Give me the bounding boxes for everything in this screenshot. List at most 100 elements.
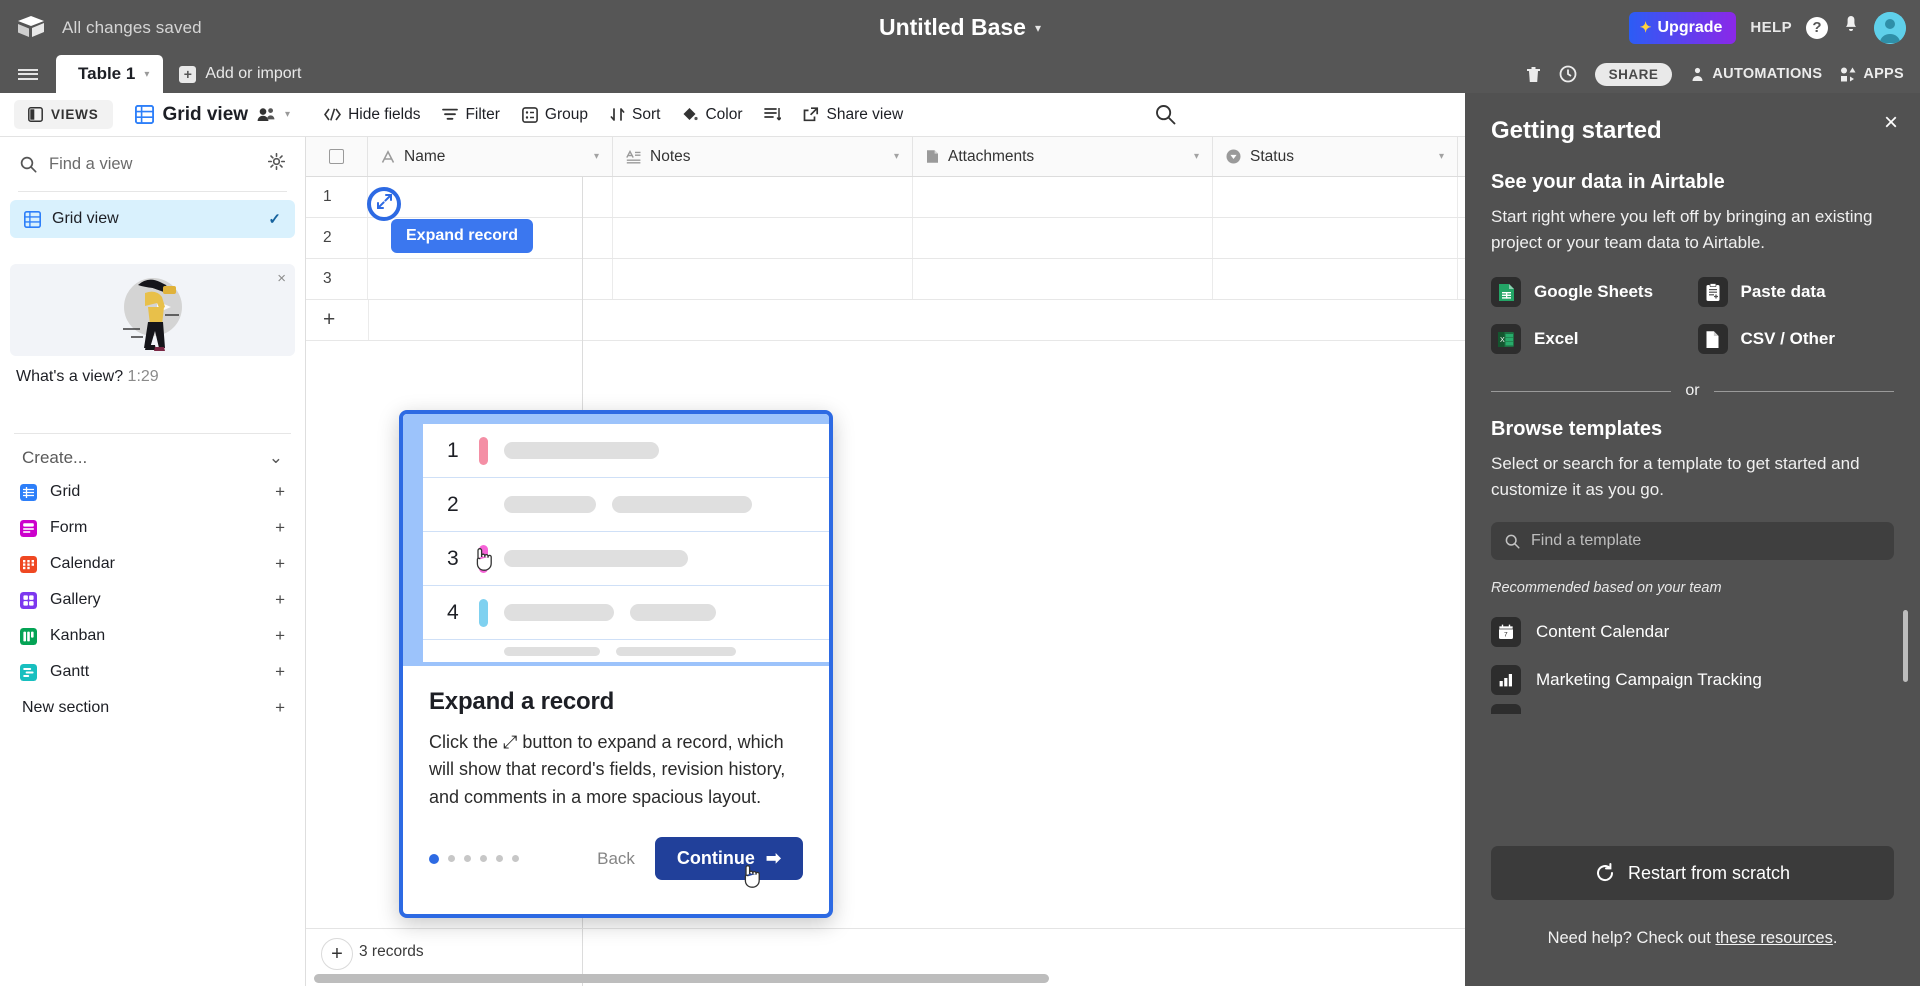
cell-name[interactable]: [368, 259, 613, 299]
upgrade-button[interactable]: ✦ Upgrade: [1628, 11, 1737, 44]
filter-button[interactable]: Filter: [442, 106, 500, 124]
chevron-down-icon[interactable]: ▾: [285, 109, 290, 120]
create-calendar-view-row[interactable]: Calendar +: [20, 546, 285, 582]
search-icon[interactable]: [1155, 104, 1176, 125]
create-section-header[interactable]: Create... ⌄: [0, 434, 305, 474]
add-gantt-view-button[interactable]: +: [275, 662, 285, 682]
sidebar-item-label: Grid view: [52, 210, 119, 227]
views-toggle-button[interactable]: VIEWS: [14, 100, 113, 129]
chevron-down-icon[interactable]: ▾: [144, 69, 149, 80]
import-paste-data[interactable]: Paste data: [1697, 277, 1895, 307]
back-button[interactable]: Back: [597, 849, 635, 869]
chevron-down-icon[interactable]: ⌄: [269, 448, 283, 468]
automations-button[interactable]: AUTOMATIONS: [1690, 66, 1822, 82]
add-or-import-button[interactable]: + Add or import: [163, 55, 317, 93]
hide-fields-button[interactable]: Hide fields: [324, 106, 420, 124]
cell-notes[interactable]: [613, 218, 913, 258]
group-button[interactable]: Group: [522, 106, 588, 124]
current-view-button[interactable]: Grid view ▾: [134, 104, 290, 126]
add-kanban-view-button[interactable]: +: [275, 626, 285, 646]
color-button[interactable]: Color: [682, 106, 742, 124]
close-icon[interactable]: ×: [1884, 109, 1898, 137]
add-gallery-view-button[interactable]: +: [275, 590, 285, 610]
gear-icon[interactable]: [267, 152, 286, 175]
add-calendar-view-button[interactable]: +: [275, 554, 285, 574]
share-view-button[interactable]: Share view: [803, 106, 903, 124]
cell-name[interactable]: [368, 177, 613, 217]
these-resources-link[interactable]: these resources: [1715, 929, 1832, 947]
chevron-down-icon[interactable]: ▾: [594, 151, 599, 162]
step-dot[interactable]: [464, 855, 471, 863]
import-excel[interactable]: X Excel: [1491, 324, 1688, 354]
video-promo-card[interactable]: ×: [10, 264, 295, 356]
plus-icon[interactable]: +: [306, 300, 368, 340]
restart-from-scratch-button[interactable]: Restart from scratch: [1491, 846, 1894, 900]
arrow-right-icon: ➡: [765, 848, 781, 869]
find-view-row[interactable]: Find a view: [0, 137, 305, 191]
step-dot[interactable]: [448, 855, 455, 863]
preview-skeleton: [504, 604, 614, 621]
template-item-marketing-campaign[interactable]: Marketing Campaign Tracking: [1491, 656, 1894, 704]
create-kanban-view-row[interactable]: Kanban +: [20, 618, 285, 654]
find-view-input[interactable]: Find a view: [49, 155, 256, 174]
cell-attachments[interactable]: [913, 177, 1213, 217]
tab-table-1[interactable]: Table 1 ▾: [56, 55, 164, 93]
add-record-button[interactable]: +: [321, 938, 353, 970]
column-header-attachments[interactable]: Attachments ▾: [913, 137, 1213, 176]
create-form-view-row[interactable]: Form +: [20, 510, 285, 546]
step-dot[interactable]: [496, 855, 503, 863]
cell-attachments[interactable]: [913, 218, 1213, 258]
create-gallery-view-row[interactable]: Gallery +: [20, 582, 285, 618]
template-item-content-calendar[interactable]: 7 Content Calendar: [1491, 608, 1894, 656]
base-title[interactable]: Untitled Base: [879, 14, 1026, 41]
bell-icon[interactable]: [1842, 15, 1860, 40]
continue-button[interactable]: Continue ➡: [654, 837, 803, 888]
collaborators-icon[interactable]: [257, 107, 276, 122]
help-question-icon[interactable]: ?: [1806, 16, 1828, 39]
template-search-input[interactable]: Find a template: [1491, 522, 1894, 560]
horizontal-scrollbar[interactable]: [314, 974, 1049, 983]
add-grid-view-button[interactable]: +: [275, 482, 285, 502]
column-header-name[interactable]: Name ▾: [368, 137, 613, 176]
create-gantt-view-row[interactable]: Gantt +: [20, 654, 285, 690]
help-label[interactable]: HELP: [1750, 19, 1792, 36]
kanban-view-icon: [20, 627, 37, 645]
cell-attachments[interactable]: [913, 259, 1213, 299]
create-grid-view-row[interactable]: Grid +: [20, 474, 285, 510]
template-item-partial[interactable]: [1491, 704, 1521, 714]
step-dot[interactable]: [480, 855, 487, 863]
add-section-button[interactable]: +: [275, 698, 285, 718]
cell-status[interactable]: [1213, 218, 1458, 258]
hamburger-menu-icon[interactable]: [0, 55, 56, 93]
chevron-down-icon[interactable]: ▾: [1035, 21, 1041, 35]
chevron-down-icon[interactable]: ▾: [894, 151, 899, 162]
column-header-notes[interactable]: Notes ▾: [613, 137, 913, 176]
select-all-checkbox[interactable]: [306, 137, 368, 176]
chevron-down-icon[interactable]: ▾: [1439, 151, 1444, 162]
cell-status[interactable]: [1213, 177, 1458, 217]
template-list-scrollbar[interactable]: [1903, 610, 1908, 682]
sidebar-item-grid-view[interactable]: Grid view ✓: [10, 200, 295, 238]
sort-button[interactable]: Sort: [610, 106, 660, 124]
apps-button[interactable]: APPS: [1840, 66, 1904, 82]
preview-row-bar: [479, 436, 488, 465]
avatar[interactable]: [1874, 11, 1906, 44]
cell-status[interactable]: [1213, 259, 1458, 299]
column-header-status[interactable]: Status ▾: [1213, 137, 1458, 176]
import-csv-other[interactable]: CSV / Other: [1697, 324, 1895, 354]
video-promo-label[interactable]: What's a view? 1:29: [16, 368, 289, 386]
trash-icon[interactable]: [1526, 66, 1541, 83]
share-button[interactable]: SHARE: [1594, 62, 1673, 86]
step-dot[interactable]: [512, 855, 519, 863]
add-form-view-button[interactable]: +: [275, 518, 285, 538]
cell-notes[interactable]: [613, 259, 913, 299]
new-section-row[interactable]: New section +: [20, 690, 285, 726]
step-dot-active[interactable]: [429, 853, 439, 864]
row-height-button[interactable]: [764, 107, 782, 122]
import-google-sheets[interactable]: Google Sheets: [1491, 277, 1688, 307]
history-clock-icon[interactable]: [1559, 65, 1577, 83]
expand-record-button[interactable]: [367, 187, 401, 221]
chevron-down-icon[interactable]: ▾: [1194, 151, 1199, 162]
airtable-logo-icon[interactable]: [0, 15, 62, 41]
cell-notes[interactable]: [613, 177, 913, 217]
